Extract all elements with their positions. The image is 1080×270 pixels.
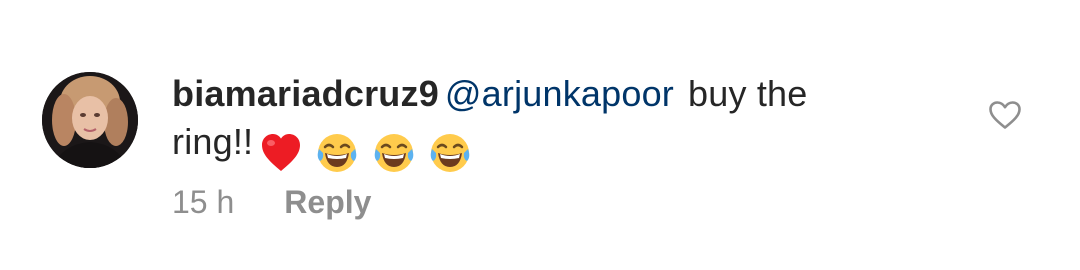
comment-timestamp: 15 h — [172, 184, 235, 220]
comment-username[interactable]: biamariadcruz9 — [172, 73, 439, 114]
comment-text-part-1: buy the — [688, 73, 808, 114]
comment-meta: 15 h Reply — [172, 180, 371, 224]
red-heart-emoji-icon — [262, 134, 301, 172]
heart-outline-icon — [989, 101, 1021, 129]
comment-body: biamariadcruz9 @arjunkapoor buy the ring!! — [172, 70, 892, 175]
face-with-tears-of-joy-emoji-icon — [430, 134, 470, 173]
comment-mention[interactable]: @arjunkapoor — [445, 73, 674, 114]
avatar[interactable] — [42, 72, 138, 168]
comment-line-2: ring!! — [172, 118, 892, 175]
face-with-tears-of-joy-emoji-icon — [318, 134, 357, 173]
reply-button[interactable]: Reply — [284, 184, 371, 220]
emoji-group — [259, 127, 474, 175]
avatar-photo — [42, 72, 138, 168]
comment-line-1: biamariadcruz9 @arjunkapoor buy the — [172, 70, 892, 118]
comment-text-part-2: ring!! — [172, 121, 254, 162]
like-button[interactable] — [988, 100, 1022, 130]
comment-item: biamariadcruz9 @arjunkapoor buy the ring!! — [0, 0, 1080, 270]
face-with-tears-of-joy-emoji-icon — [374, 134, 413, 173]
